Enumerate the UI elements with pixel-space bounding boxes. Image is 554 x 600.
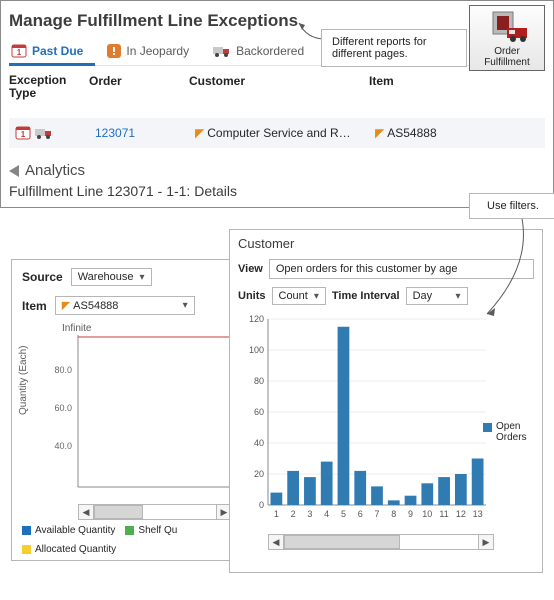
- svg-text:2: 2: [291, 509, 296, 519]
- customer-chart-legend: Open Orders: [483, 421, 532, 443]
- calendar-past-icon: 1: [15, 125, 31, 141]
- truck-icon: [35, 125, 53, 141]
- svg-text:13: 13: [473, 509, 483, 519]
- tab-in-jeopardy[interactable]: In Jeopardy: [105, 44, 191, 58]
- col-header-item: Item: [369, 74, 459, 100]
- page-title: Manage Fulfillment Line Exceptions: [9, 11, 545, 31]
- svg-text:60: 60: [254, 407, 264, 417]
- customer-chart: 02040608010012012345678910111213 Open Or…: [238, 313, 534, 533]
- analytics-section-header[interactable]: Analytics: [9, 162, 545, 179]
- callout-reports: Different reports for different pages.: [321, 29, 467, 67]
- interval-select[interactable]: Day: [406, 287, 468, 305]
- source-label: Source: [22, 270, 63, 284]
- col-header-type: Exception Type: [9, 74, 89, 100]
- tab-label: Backordered: [236, 44, 304, 58]
- calendar-past-icon: 1: [11, 43, 27, 59]
- scroll-left-icon[interactable]: ◀: [268, 534, 284, 550]
- fulfillment-button-label: Order Fulfillment: [472, 46, 542, 68]
- svg-text:1: 1: [17, 48, 22, 57]
- svg-text:120: 120: [249, 314, 264, 324]
- source-panel: Source Warehouse Item ◤AS54888 Infinite …: [11, 259, 243, 561]
- flag-icon: ◤: [375, 126, 384, 140]
- svg-text:1: 1: [274, 509, 279, 519]
- tab-label: Past Due: [32, 44, 83, 58]
- tab-label: In Jeopardy: [126, 44, 189, 58]
- svg-text:20: 20: [254, 469, 264, 479]
- customer-chart-scroll[interactable]: ◀ ▶: [268, 535, 494, 549]
- source-chart-ylabel: Quantity (Each): [18, 346, 29, 415]
- svg-text:80.0: 80.0: [54, 365, 72, 375]
- source-chart: Infinite Quantity (Each) 80.0 60.0 40.0: [22, 325, 232, 501]
- svg-text:6: 6: [358, 509, 363, 519]
- svg-text:3: 3: [307, 509, 312, 519]
- svg-text:7: 7: [374, 509, 379, 519]
- cell-item: ◤AS54888: [375, 126, 465, 140]
- svg-text:40.0: 40.0: [54, 441, 72, 451]
- view-label: View: [238, 263, 263, 275]
- svg-text:60.0: 60.0: [54, 403, 72, 413]
- tab-past-due[interactable]: 1 Past Due: [9, 43, 85, 59]
- customer-panel-title: Customer: [238, 236, 534, 251]
- analytics-title: Analytics: [25, 162, 85, 179]
- grid-header: Exception Type Order Customer Item: [9, 74, 545, 100]
- svg-text:1: 1: [21, 130, 26, 139]
- svg-text:4: 4: [324, 509, 329, 519]
- view-select[interactable]: Open orders for this customer by age: [269, 259, 534, 279]
- source-chart-legend: Available Quantity Shelf Qu Allocated Qu…: [22, 525, 232, 555]
- truck-icon: [213, 44, 231, 58]
- flag-icon: ◤: [195, 126, 204, 140]
- source-chart-scroll[interactable]: ◀ ▶: [78, 505, 232, 519]
- scroll-left-icon[interactable]: ◀: [78, 504, 94, 520]
- table-row[interactable]: 1 123071 ◤Computer Service and R… ◤AS548…: [9, 118, 545, 148]
- svg-text:12: 12: [456, 509, 466, 519]
- callout-filters: Use filters.: [469, 193, 554, 219]
- svg-text:8: 8: [391, 509, 396, 519]
- units-select[interactable]: Count: [272, 287, 326, 305]
- collapse-arrow-icon: [9, 165, 19, 177]
- source-select[interactable]: Warehouse: [71, 268, 152, 286]
- tab-backordered[interactable]: Backordered: [211, 44, 306, 58]
- units-label: Units: [238, 290, 266, 302]
- item-select[interactable]: ◤AS54888: [55, 296, 195, 315]
- item-label: Item: [22, 299, 47, 313]
- svg-text:10: 10: [422, 509, 432, 519]
- svg-text:5: 5: [341, 509, 346, 519]
- interval-label: Time Interval: [332, 290, 400, 302]
- svg-text:11: 11: [439, 509, 448, 519]
- customer-panel: Customer View Open orders for this custo…: [229, 229, 543, 573]
- col-header-customer: Customer: [189, 74, 369, 100]
- scroll-right-icon[interactable]: ▶: [478, 534, 494, 550]
- svg-text:0: 0: [259, 500, 264, 510]
- svg-text:40: 40: [254, 438, 264, 448]
- svg-text:9: 9: [408, 509, 413, 519]
- warehouse-truck-icon: [485, 10, 529, 44]
- order-link[interactable]: 123071: [95, 126, 195, 140]
- analytics-subtitle: Fulfillment Line 123071 - 1-1: Details: [9, 183, 545, 199]
- tab-underline: [9, 63, 95, 66]
- order-fulfillment-button[interactable]: Order Fulfillment: [469, 5, 545, 71]
- svg-text:80: 80: [254, 376, 264, 386]
- col-header-order: Order: [89, 74, 189, 100]
- alert-icon: [107, 44, 121, 58]
- cell-customer: ◤Computer Service and R…: [195, 126, 375, 140]
- svg-text:100: 100: [249, 345, 264, 355]
